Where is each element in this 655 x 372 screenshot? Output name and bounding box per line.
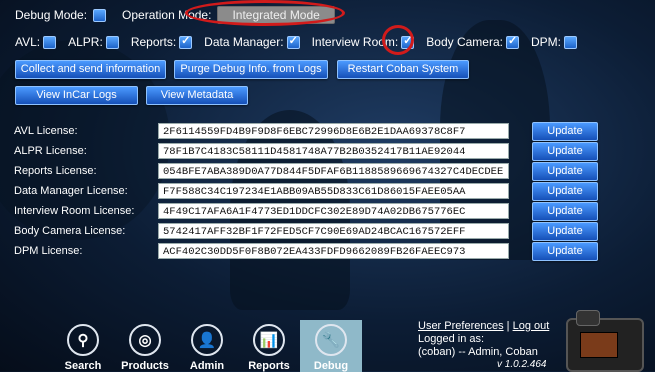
debug-mode-checkbox[interactable] [93,8,107,22]
debug-mode-label: Debug Mode: [15,8,88,22]
checkbox-label: Data Manager: [204,35,284,49]
view-metadata-button[interactable]: View Metadata [146,86,248,105]
version-label: v 1.0.2.464 [497,359,547,370]
link-separator: | [506,320,510,332]
reports-license-label: Reports License: [14,165,97,177]
highlight-circle [382,25,414,55]
interview-room-license-label: Interview Room License: [14,205,135,217]
checkbox-label: Reports: [130,35,177,49]
data-manager-update-button[interactable]: Update [532,182,598,201]
nav-label: Debug [313,360,349,372]
collect-info-button[interactable]: Collect and send information [15,60,166,79]
bottom-nav: ⚲ Search ◎ Products 👤 Admin 📊 Reports 🔧 … [52,320,362,372]
camera-screen [580,332,618,358]
checkbox-avl[interactable]: AVL: [15,35,57,49]
interview-room-license-field[interactable]: 4F49C17AFA6A1F4773ED1DDCFC302E89D74A02DB… [158,203,509,219]
dash-camera-image [566,310,644,372]
checkbox-dpm[interactable]: DPM: [531,35,577,49]
user-icon: 👤 [191,324,223,356]
purge-logs-button[interactable]: Purge Debug Info. from Logs [174,60,328,79]
nav-reports[interactable]: 📊 Reports [238,320,300,372]
camera-lens [576,310,600,326]
highlight-ellipse [185,0,345,26]
body-camera-license-field[interactable]: 5742417AFF32BF1F72FED5CF7C90E69AD24BCAC1… [158,223,509,239]
avl-update-button[interactable]: Update [532,122,598,141]
body-camera-update-button[interactable]: Update [532,222,598,241]
checkbox-reports-box[interactable] [179,34,193,49]
target-icon: ◎ [129,324,161,356]
module-checkbox-row: AVL: ALPR: Reports: Data Manager: Interv… [15,34,655,49]
body-camera-license-label: Body Camera License: [14,225,126,237]
checkbox-avl-box[interactable] [43,35,57,49]
current-user: (coban) -- Admin, Coban [418,346,538,358]
wrench-icon: 🔧 [315,324,347,356]
dpm-license-label: DPM License: [14,245,83,257]
reports-update-button[interactable]: Update [532,162,598,181]
user-preferences-link[interactable]: User Preferences [418,320,504,332]
alpr-update-button[interactable]: Update [532,142,598,161]
chart-icon: 📊 [253,324,285,356]
dpm-update-button[interactable]: Update [532,242,598,261]
reports-license-field[interactable]: 054BFE7ABA389D0A77D844F5DFAF6B1188589669… [158,163,509,179]
avl-license-label: AVL License: [14,125,78,137]
checkbox-data-manager[interactable]: Data Manager: [204,34,300,49]
checkbox-label: ALPR: [68,35,103,49]
interview-room-update-button[interactable]: Update [532,202,598,221]
nav-admin[interactable]: 👤 Admin [176,320,238,372]
logout-link[interactable]: Log out [513,320,550,332]
nav-label: Products [121,360,169,372]
avl-license-field[interactable]: 2F6114559FD4B9F9D8F6EBC72996D8E6B2E1DAA6… [158,123,509,139]
view-incar-logs-button[interactable]: View InCar Logs [15,86,138,105]
alpr-license-field[interactable]: 78F1B7C4183C58111D4581748A77B2B0352417B1… [158,143,509,159]
checkbox-reports[interactable]: Reports: [130,34,193,49]
checkbox-body-camera[interactable]: Body Camera: [426,34,519,49]
nav-label: Reports [248,360,290,372]
nav-search[interactable]: ⚲ Search [52,320,114,372]
checkbox-data-manager-box[interactable] [286,34,300,49]
checkbox-alpr-box[interactable] [105,35,119,49]
data-manager-license-label: Data Manager License: [14,185,128,197]
nav-label: Search [64,360,102,372]
checkbox-alpr[interactable]: ALPR: [68,35,119,49]
checkbox-label: AVL: [15,35,41,49]
alpr-license-label: ALPR License: [14,145,87,157]
checkbox-label: Body Camera: [426,35,503,49]
checkbox-label: DPM: [530,35,561,49]
dpm-license-field[interactable]: ACF402C30DD5F0F8B072EA433FDFD9662089FB26… [158,243,509,259]
data-manager-license-field[interactable]: F7F588C34C197234E1ABB09AB55D833C61D86015… [158,183,509,199]
logged-in-label: Logged in as: [418,333,485,345]
checkbox-dpm-box[interactable] [563,35,577,49]
nav-products[interactable]: ◎ Products [114,320,176,372]
restart-system-button[interactable]: Restart Coban System [337,60,469,79]
user-info: User Preferences | Log out Logged in as:… [418,320,549,359]
search-icon: ⚲ [67,324,99,356]
nav-label: Admin [189,360,225,372]
nav-debug[interactable]: 🔧 Debug [300,320,362,372]
checkbox-body-camera-box[interactable] [505,34,519,49]
